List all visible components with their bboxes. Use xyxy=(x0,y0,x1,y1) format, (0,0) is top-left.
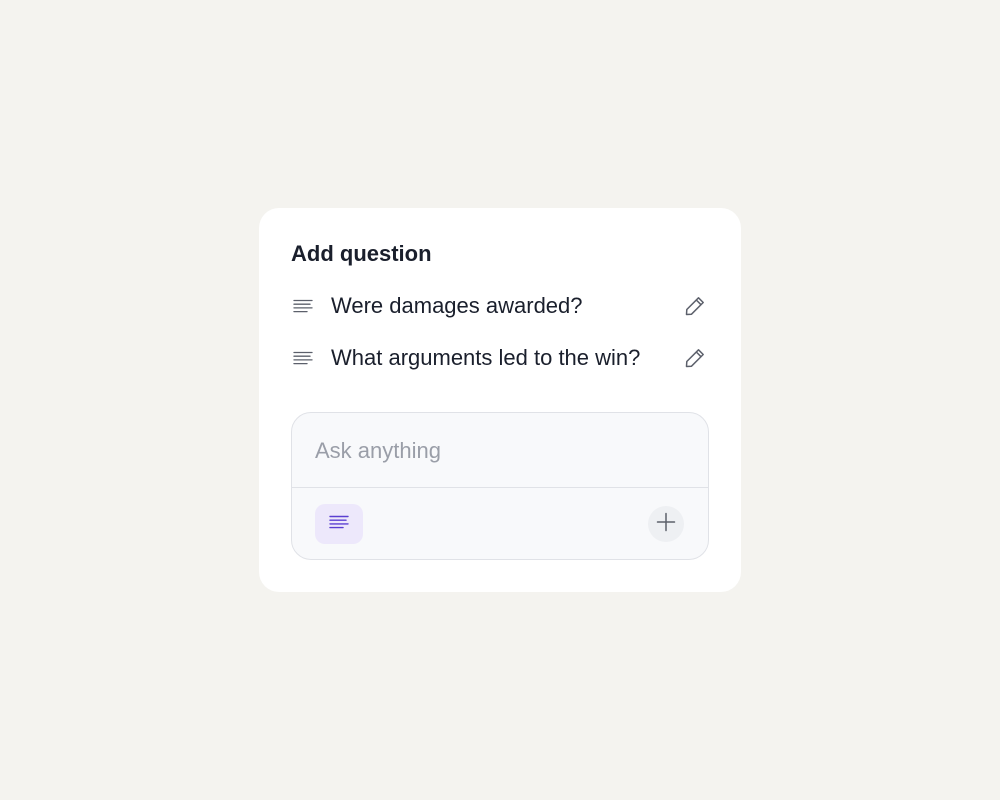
question-item[interactable]: What arguments led to the win? xyxy=(291,338,709,378)
text-lines-icon xyxy=(291,294,315,318)
text-lines-icon xyxy=(329,515,349,534)
add-question-card: Add question Were damages awarded? What … xyxy=(259,208,741,592)
pencil-icon[interactable] xyxy=(681,292,709,320)
card-title: Add question xyxy=(291,241,432,266)
question-item[interactable]: Were damages awarded? xyxy=(291,286,709,326)
add-question-button[interactable] xyxy=(648,506,684,542)
ask-input[interactable] xyxy=(292,413,708,488)
question-text: Were damages awarded? xyxy=(331,293,583,318)
text-lines-icon xyxy=(291,346,315,370)
composer-divider xyxy=(292,487,708,488)
pencil-icon[interactable] xyxy=(681,344,709,372)
text-format-button[interactable] xyxy=(315,504,363,544)
plus-icon xyxy=(656,512,676,537)
question-composer xyxy=(291,412,709,560)
question-text: What arguments led to the win? xyxy=(331,345,641,370)
